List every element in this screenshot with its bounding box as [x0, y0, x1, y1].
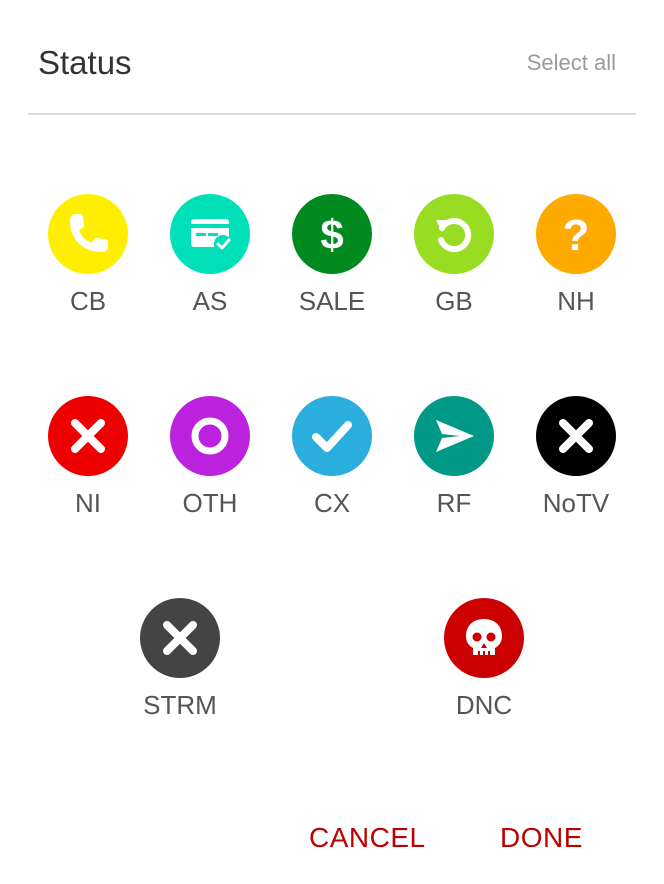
status-circle — [292, 396, 372, 476]
status-circle: ? — [536, 194, 616, 274]
status-circle — [414, 194, 494, 274]
status-option-oth[interactable]: OTH — [155, 396, 265, 526]
status-label: DNC — [455, 690, 513, 720]
svg-text:$: $ — [320, 211, 343, 258]
status-label: NI — [75, 488, 101, 518]
status-label: RF — [436, 488, 472, 518]
status-option-sale[interactable]: $ SALE — [277, 194, 387, 324]
dialog-header: Status Select all — [28, 0, 636, 115]
status-label: AS — [192, 286, 228, 316]
phone-icon — [70, 214, 108, 252]
send-icon — [436, 420, 474, 452]
dialog-title: Status — [38, 44, 132, 81]
close-icon — [559, 419, 593, 453]
status-circle — [536, 396, 616, 476]
status-option-ni[interactable]: NI — [33, 396, 143, 526]
status-circle: $ — [292, 194, 372, 274]
close-icon — [163, 621, 197, 655]
status-option-nh[interactable]: ? NH — [521, 194, 631, 324]
dollar-icon: $ — [320, 211, 343, 258]
status-option-strm[interactable]: STRM — [125, 598, 235, 728]
close-icon — [71, 419, 105, 453]
status-label: GB — [435, 286, 473, 316]
status-option-cb[interactable]: CB — [33, 194, 143, 324]
status-label: STRM — [143, 690, 217, 720]
skull-icon — [466, 619, 502, 655]
status-circle — [170, 194, 250, 274]
status-option-notv[interactable]: NoTV — [521, 396, 631, 526]
status-label: NoTV — [542, 488, 610, 518]
status-label: CX — [313, 488, 351, 518]
status-label: OTH — [182, 488, 238, 518]
status-circle — [170, 396, 250, 476]
question-icon: ? — [563, 211, 590, 260]
ring-icon — [191, 417, 229, 455]
status-circle — [140, 598, 220, 678]
status-option-dnc[interactable]: DNC — [429, 598, 539, 728]
status-option-cx[interactable]: CX — [277, 396, 387, 526]
status-option-gb[interactable]: GB — [399, 194, 509, 324]
done-button[interactable]: DONE — [500, 822, 583, 854]
svg-text:?: ? — [563, 211, 590, 260]
status-label: SALE — [298, 286, 366, 316]
cancel-button[interactable]: CANCEL — [309, 822, 426, 854]
status-circle — [414, 396, 494, 476]
status-circle — [48, 396, 128, 476]
status-label: NH — [557, 286, 595, 316]
status-option-as[interactable]: AS — [155, 194, 265, 324]
refresh-icon — [436, 218, 472, 252]
select-all-button[interactable]: Select all — [527, 50, 616, 76]
status-label: CB — [69, 286, 107, 316]
status-circle — [444, 598, 524, 678]
status-option-rf[interactable]: RF — [399, 396, 509, 526]
check-icon — [312, 421, 352, 452]
credit-card-check-icon — [191, 219, 232, 253]
status-circle — [48, 194, 128, 274]
